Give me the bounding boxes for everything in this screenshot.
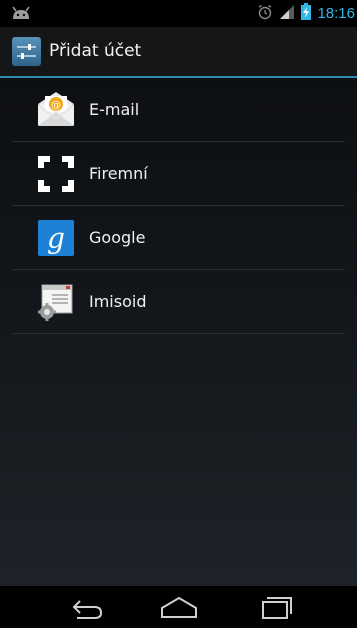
svg-text:@: @	[51, 100, 61, 111]
battery-charging-icon	[301, 3, 312, 24]
list-item-imisoid[interactable]: Imisoid	[12, 270, 345, 334]
screen: 18:16 Přidat účet @ E-mail Firemní g Goo…	[0, 0, 357, 628]
back-icon[interactable]	[63, 594, 107, 620]
home-icon[interactable]	[157, 594, 201, 620]
list-item-google[interactable]: g Google	[12, 206, 345, 270]
list-item-label: Google	[89, 228, 146, 247]
list-item-label: Imisoid	[89, 292, 147, 311]
google-g-icon: g	[36, 218, 76, 258]
android-debug-icon	[10, 5, 32, 21]
list-item-label: Firemní	[89, 164, 148, 183]
list-item-label: E-mail	[89, 100, 140, 119]
list-item-email[interactable]: @ E-mail	[12, 78, 345, 142]
action-bar: Přidat účet	[0, 27, 357, 78]
signal-icon	[279, 4, 295, 24]
page-title: Přidat účet	[49, 41, 142, 61]
status-icons: 18:16	[257, 0, 355, 27]
imisoid-gear-icon	[36, 282, 76, 322]
alarm-icon	[257, 4, 273, 24]
navigation-bar	[0, 586, 357, 628]
account-list: @ E-mail Firemní g Google Imisoid	[0, 78, 357, 334]
svg-text:g: g	[47, 222, 65, 255]
status-bar: 18:16	[0, 0, 357, 27]
settings-sliders-icon[interactable]	[12, 37, 41, 66]
list-item-corporate[interactable]: Firemní	[12, 142, 345, 206]
email-envelope-icon: @	[36, 90, 76, 130]
corporate-corners-icon	[36, 154, 76, 194]
status-time: 18:16	[317, 5, 355, 22]
recents-icon[interactable]	[254, 594, 298, 620]
